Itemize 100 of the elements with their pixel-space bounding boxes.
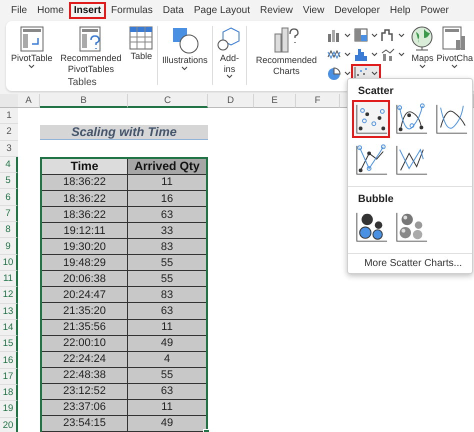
row-header[interactable]: 3 <box>0 140 18 157</box>
menu-section-heading: Bubble <box>357 192 395 207</box>
ribbon-tab[interactable]: Power <box>416 2 454 18</box>
row-header[interactable]: 6 <box>0 189 18 206</box>
pie-chart-icon <box>328 68 341 80</box>
table-cell: 23:54:15 <box>42 416 128 432</box>
table-cell: 21:35:20 <box>42 303 128 320</box>
row-header[interactable]: 5 <box>0 173 18 190</box>
caret-icon <box>398 33 406 38</box>
scatter-chart-icon <box>356 104 388 134</box>
ribbon-tab[interactable]: Home <box>32 2 69 18</box>
table-header-cell: Time <box>42 158 128 175</box>
combo-chart-icon <box>382 48 395 61</box>
table-cell: 22:48:38 <box>42 368 128 384</box>
pivot-table-icon <box>20 26 44 52</box>
row-header[interactable]: 2 <box>0 124 18 141</box>
caret-icon <box>371 52 378 57</box>
table-cell: 55 <box>128 255 206 272</box>
ribbon-button[interactable]: PivotTable <box>10 24 54 76</box>
row-header[interactable]: 10 <box>0 254 18 271</box>
chart-question-icon <box>273 26 300 54</box>
row-header[interactable]: 12 <box>0 287 18 304</box>
row-header[interactable]: 11 <box>0 270 18 288</box>
table-cell: 19:12:11 <box>42 223 128 240</box>
ribbon-tab[interactable]: Page Layout <box>188 2 256 18</box>
table-cell: 11 <box>128 400 206 416</box>
ribbon-button[interactable]: Recommended Charts <box>250 24 322 91</box>
group-label: Tables <box>68 77 97 88</box>
ribbon-tab[interactable]: View <box>298 2 330 18</box>
waterfall-chart-icon <box>382 29 394 41</box>
table-cell: 55 <box>128 368 206 384</box>
ribbon-button[interactable]: Add-ins <box>215 24 244 91</box>
table-cell: 11 <box>128 174 206 191</box>
more-charts-link[interactable]: More Scatter Charts... <box>348 254 472 273</box>
globe-icon <box>410 26 434 52</box>
table-cell: 4 <box>128 352 206 368</box>
ribbon-button[interactable]: Recommended PivotTables <box>56 24 126 76</box>
row-header[interactable]: 13 <box>0 304 18 320</box>
chart-option[interactable] <box>352 100 390 138</box>
column-header[interactable]: E <box>254 94 296 108</box>
line-chart-icon <box>328 50 341 60</box>
row-header[interactable]: 20 <box>0 418 18 432</box>
row-header[interactable]: 7 <box>0 206 18 222</box>
bubble-chart-icon <box>356 212 388 242</box>
hexagon-icon <box>216 26 242 52</box>
ribbon-tab[interactable]: Formulas <box>106 2 158 18</box>
row-header[interactable]: 14 <box>0 320 18 336</box>
table-cell: 18:36:22 <box>42 191 128 208</box>
column-header[interactable]: B <box>40 94 128 108</box>
caret-icon <box>344 52 352 57</box>
row-header[interactable]: 15 <box>0 336 18 352</box>
ribbon-button[interactable]: Illustrations <box>161 24 209 91</box>
column-chart-icon <box>328 30 340 42</box>
shapes-icon <box>170 26 199 54</box>
caret-icon <box>344 33 352 38</box>
caret-icon <box>398 52 406 57</box>
treemap-icon <box>354 28 368 42</box>
pivot-chart-icon <box>442 26 468 52</box>
column-header[interactable]: D <box>208 94 254 108</box>
ribbon-tab[interactable]: Data <box>158 2 189 18</box>
ribbon-tab[interactable]: Help <box>384 2 416 18</box>
ribbon-tab[interactable]: Insert <box>68 2 106 18</box>
table-cell: 20:06:38 <box>42 271 128 288</box>
ribbon-button[interactable]: Maps <box>409 24 436 91</box>
table-cell: 22:00:10 <box>42 336 128 352</box>
straight-line-scatter-icon <box>356 144 388 175</box>
column-header[interactable]: A <box>18 94 40 108</box>
row-header[interactable]: 19 <box>0 401 18 418</box>
caret-icon <box>344 71 352 76</box>
smooth-line-chart-icon <box>436 104 468 134</box>
table-cell: 22:24:24 <box>42 352 128 368</box>
table-cell: 11 <box>128 320 206 336</box>
caret-icon <box>371 33 378 38</box>
menu-section-heading: Scatter <box>357 84 395 99</box>
row-header[interactable]: 16 <box>0 352 18 369</box>
table-cell: 63 <box>128 384 206 400</box>
smooth-line-scatter-icon <box>396 103 428 134</box>
table-cell: 63 <box>128 303 206 320</box>
row-header[interactable]: 18 <box>0 385 18 402</box>
row-header[interactable]: 9 <box>0 238 18 255</box>
ribbon-tab[interactable]: File <box>6 2 32 18</box>
table-cell: 21:35:56 <box>42 320 128 336</box>
table-cell: 18:36:22 <box>42 174 128 191</box>
row-header[interactable]: 4 <box>0 156 18 174</box>
row-header[interactable]: 8 <box>0 222 18 238</box>
straight-line-chart-icon <box>396 145 428 175</box>
table-cell: 49 <box>128 416 206 432</box>
column-header[interactable]: F <box>296 94 340 108</box>
table-cell: 63 <box>128 207 206 224</box>
ribbon-tab[interactable]: Review <box>255 2 298 18</box>
table-cell: 55 <box>128 271 206 288</box>
3d-bubble-chart-icon <box>396 212 428 242</box>
table-cell: 20:24:47 <box>42 287 128 304</box>
row-header[interactable]: 1 <box>0 108 18 124</box>
ribbon-tab[interactable]: Developer <box>329 2 385 18</box>
ribbon-button[interactable]: Table <box>128 24 154 76</box>
row-header[interactable]: 17 <box>0 368 18 386</box>
histogram-icon <box>355 49 368 61</box>
column-header[interactable]: C <box>128 94 208 108</box>
caret-icon <box>371 71 378 76</box>
